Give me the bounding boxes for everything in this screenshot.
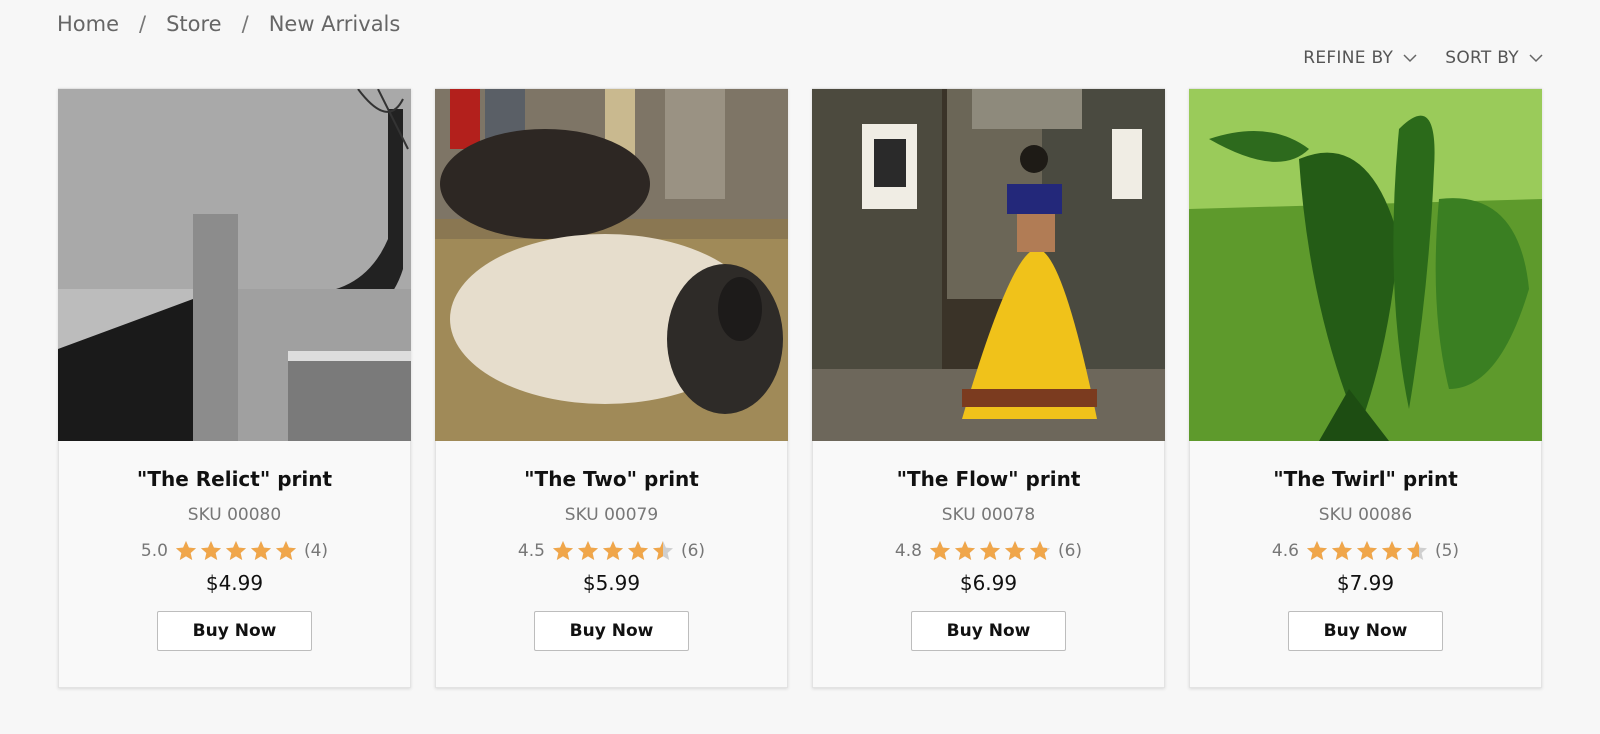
rating-value: 5.0 xyxy=(140,541,168,561)
star-icon xyxy=(274,539,298,563)
product-title[interactable]: "The Flow" print xyxy=(897,467,1081,491)
product-title[interactable]: "The Relict" print xyxy=(137,467,332,491)
review-count[interactable]: (5) xyxy=(1435,541,1459,561)
product-image-building[interactable] xyxy=(58,89,411,441)
rating-value: 4.6 xyxy=(1271,541,1299,561)
product-title[interactable]: "The Two" print xyxy=(524,467,699,491)
star-icon xyxy=(953,539,977,563)
plant-photo-icon xyxy=(1189,89,1542,441)
product-image-sheep[interactable] xyxy=(435,89,788,441)
star-icon xyxy=(978,539,1002,563)
breadcrumb-home[interactable]: Home xyxy=(57,12,119,36)
breadcrumb: Home / Store / New Arrivals xyxy=(57,12,400,36)
product-sku: SKU 00080 xyxy=(187,505,282,525)
review-count[interactable]: (4) xyxy=(304,541,328,561)
product-price: $7.99 xyxy=(1336,571,1395,595)
product-card: "The Relict" print SKU 00080 5.0 (4) $4.… xyxy=(58,88,411,688)
star-icon xyxy=(551,539,575,563)
sort-by-dropdown[interactable]: SORT BY xyxy=(1445,48,1543,68)
product-sku: SKU 00078 xyxy=(941,505,1036,525)
star-icon xyxy=(1305,539,1329,563)
star-rating xyxy=(1305,539,1429,563)
refine-by-label: REFINE BY xyxy=(1303,48,1394,68)
product-sku: SKU 00079 xyxy=(564,505,659,525)
star-icon xyxy=(1028,539,1052,563)
star-icon xyxy=(601,539,625,563)
rating-value: 4.8 xyxy=(894,541,922,561)
star-icon xyxy=(1355,539,1379,563)
buy-now-button[interactable]: Buy Now xyxy=(911,611,1066,651)
star-icon xyxy=(928,539,952,563)
product-rating: 4.5 (6) xyxy=(518,539,705,563)
building-photo-icon xyxy=(58,89,411,441)
star-rating xyxy=(174,539,298,563)
star-icon xyxy=(1330,539,1354,563)
rating-value: 4.5 xyxy=(517,541,545,561)
breadcrumb-separator: / xyxy=(139,12,147,36)
review-count[interactable]: (6) xyxy=(681,541,705,561)
buy-now-button[interactable]: Buy Now xyxy=(1288,611,1443,651)
chevron-down-icon xyxy=(1529,53,1543,62)
product-price: $6.99 xyxy=(959,571,1018,595)
product-card: "The Flow" print SKU 00078 4.8 (6) $6.99… xyxy=(812,88,1165,688)
chevron-down-icon xyxy=(1403,53,1417,62)
star-icon xyxy=(1003,539,1027,563)
product-title[interactable]: "The Twirl" print xyxy=(1273,467,1458,491)
star-icon xyxy=(224,539,248,563)
product-image-plant[interactable] xyxy=(1189,89,1542,441)
product-card: "The Twirl" print SKU 00086 4.6 (5) $7.9… xyxy=(1189,88,1542,688)
star-rating xyxy=(551,539,675,563)
product-rating: 5.0 (4) xyxy=(141,539,328,563)
product-rating: 4.8 (6) xyxy=(895,539,1082,563)
toolbar: REFINE BY SORT BY xyxy=(1303,48,1543,68)
refine-by-dropdown[interactable]: REFINE BY xyxy=(1303,48,1417,68)
star-icon xyxy=(651,539,675,563)
star-icon xyxy=(576,539,600,563)
product-image-dancer[interactable] xyxy=(812,89,1165,441)
dancer-photo-icon xyxy=(812,89,1165,441)
product-rating: 4.6 (5) xyxy=(1272,539,1459,563)
sheep-photo-icon xyxy=(435,89,788,441)
review-count[interactable]: (6) xyxy=(1058,541,1082,561)
star-icon xyxy=(1405,539,1429,563)
product-price: $4.99 xyxy=(205,571,264,595)
breadcrumb-separator: / xyxy=(241,12,249,36)
product-price: $5.99 xyxy=(582,571,641,595)
sort-by-label: SORT BY xyxy=(1445,48,1519,68)
star-rating xyxy=(928,539,1052,563)
buy-now-button[interactable]: Buy Now xyxy=(534,611,689,651)
star-icon xyxy=(626,539,650,563)
breadcrumb-current[interactable]: New Arrivals xyxy=(269,12,401,36)
breadcrumb-store[interactable]: Store xyxy=(166,12,222,36)
buy-now-button[interactable]: Buy Now xyxy=(157,611,312,651)
star-icon xyxy=(1380,539,1404,563)
star-icon xyxy=(174,539,198,563)
product-sku: SKU 00086 xyxy=(1318,505,1413,525)
star-icon xyxy=(199,539,223,563)
product-card: "The Two" print SKU 00079 4.5 (6) $5.99 … xyxy=(435,88,788,688)
product-grid: "The Relict" print SKU 00080 5.0 (4) $4.… xyxy=(58,88,1542,688)
star-icon xyxy=(249,539,273,563)
